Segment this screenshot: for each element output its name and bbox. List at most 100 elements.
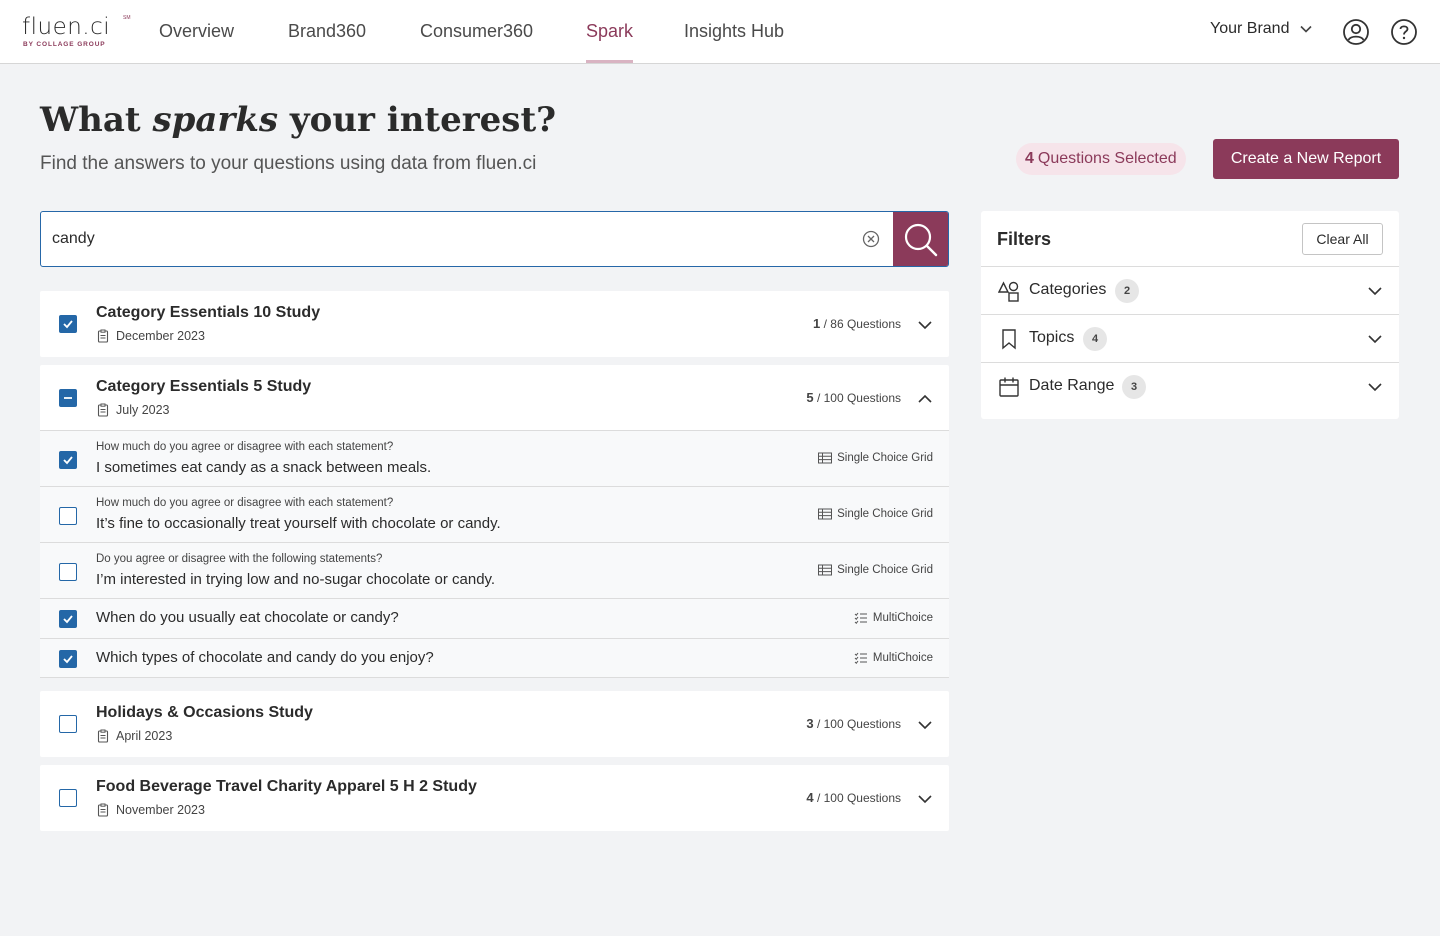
study-date: December 2023 [96, 329, 205, 343]
nav-consumer360[interactable]: Consumer360 [420, 0, 533, 63]
chevron-up-icon[interactable] [917, 391, 933, 407]
search-button[interactable] [893, 212, 948, 266]
logo-subtitle: BY COLLAGE GROUP [23, 41, 106, 48]
study-card-header[interactable]: Holidays & Occasions Study April 2023 3 … [40, 691, 949, 757]
study-title: Food Beverage Travel Charity Apparel 5 H… [96, 778, 477, 795]
study-card-header[interactable]: Category Essentials 5 Study July 2023 5 … [40, 365, 949, 430]
question-row[interactable]: How much do you agree or disagree with e… [40, 430, 949, 486]
study-title: Holidays & Occasions Study [96, 704, 313, 721]
filter-label: Date Range [1029, 377, 1115, 394]
checklist-icon [854, 652, 867, 664]
help-circle-icon[interactable] [1390, 18, 1418, 46]
chevron-down-icon [1368, 335, 1382, 344]
chevron-down-icon [1368, 287, 1382, 296]
brand-selector[interactable]: Your Brand [1210, 20, 1313, 38]
filters-panel: Filters Clear All Categories 2 Topics 4 … [981, 211, 1399, 419]
question-text: Which types of chocolate and candy do yo… [96, 649, 434, 666]
study-checkbox-indeterminate[interactable] [59, 389, 77, 407]
search-icon [904, 223, 937, 257]
chevron-down-icon[interactable] [917, 791, 933, 807]
study-title: Category Essentials 5 Study [96, 378, 312, 395]
clipboard-icon [97, 803, 109, 817]
question-type: MultiChoice [854, 612, 933, 624]
questions-selected-badge: 4 Questions Selected [1016, 143, 1186, 175]
study-checkbox[interactable] [59, 315, 77, 333]
top-navigation: fluen.ci SM BY COLLAGE GROUP Overview Br… [0, 0, 1440, 64]
create-report-button[interactable]: Create a New Report [1213, 139, 1399, 179]
nav-brand360[interactable]: Brand360 [288, 0, 366, 63]
question-prompt: Do you agree or disagree with the follow… [96, 553, 383, 565]
clipboard-icon [97, 329, 109, 343]
question-text: I’m interested in trying low and no-suga… [96, 571, 496, 588]
question-row[interactable]: Do you agree or disagree with the follow… [40, 542, 949, 598]
chevron-down-icon [1368, 383, 1382, 392]
question-text: When do you usually eat chocolate or can… [96, 609, 399, 626]
question-count: 3 / 100 Questions [806, 716, 901, 731]
study-date: April 2023 [96, 729, 172, 743]
question-count: 4 / 100 Questions [806, 790, 901, 805]
question-checkbox[interactable] [59, 451, 77, 469]
chevron-down-icon[interactable] [917, 317, 933, 333]
question-text: It’s fine to occasionally treat yourself… [96, 515, 501, 532]
chevron-down-icon [1300, 25, 1313, 33]
nav-insights-hub[interactable]: Insights Hub [684, 0, 784, 63]
filter-count-badge: 4 [1083, 327, 1107, 351]
study-card-header[interactable]: Category Essentials 10 Study December 20… [40, 291, 949, 357]
study-card: Category Essentials 10 Study December 20… [40, 291, 949, 357]
bookmark-icon [1002, 329, 1016, 350]
question-text: I sometimes eat candy as a snack between… [96, 459, 432, 476]
logo-service-mark: SM [123, 15, 131, 21]
nav-spark[interactable]: Spark [586, 0, 634, 63]
question-count: 5 / 100 Questions [806, 390, 901, 405]
question-type: Single Choice Grid [818, 452, 933, 464]
question-checkbox[interactable] [59, 507, 77, 525]
logo-text: fluen.ci [22, 14, 111, 40]
study-date: July 2023 [96, 403, 170, 417]
checklist-icon [854, 612, 867, 624]
chevron-down-icon[interactable] [917, 717, 933, 733]
search-input[interactable] [41, 212, 891, 265]
clear-all-button[interactable]: Clear All [1302, 223, 1383, 255]
filter-categories[interactable]: Categories 2 [981, 266, 1399, 314]
filter-label: Topics [1029, 329, 1075, 346]
user-circle-icon[interactable] [1342, 18, 1370, 46]
filters-title: Filters [997, 229, 1052, 249]
study-checkbox[interactable] [59, 715, 77, 733]
page-title: What sparks your interest? [40, 100, 557, 140]
study-card: Food Beverage Travel Charity Apparel 5 H… [40, 765, 949, 831]
fluenci-logo[interactable]: fluen.ci SM BY COLLAGE GROUP [22, 14, 132, 50]
filter-count-badge: 2 [1115, 279, 1139, 303]
question-type: Single Choice Grid [818, 508, 933, 520]
question-checkbox[interactable] [59, 610, 77, 628]
study-checkbox[interactable] [59, 789, 77, 807]
filter-date-range[interactable]: Date Range 3 [981, 362, 1399, 410]
question-row[interactable]: How much do you agree or disagree with e… [40, 486, 949, 542]
study-card-expanded: Category Essentials 5 Study July 2023 5 … [40, 365, 949, 678]
calendar-icon [999, 377, 1019, 397]
filter-label: Categories [1029, 281, 1107, 298]
shapes-icon [998, 281, 1019, 302]
question-checkbox[interactable] [59, 650, 77, 668]
question-count: 1 / 86 Questions [813, 316, 901, 331]
nav-overview[interactable]: Overview [159, 0, 234, 63]
question-row[interactable]: When do you usually eat chocolate or can… [40, 598, 949, 638]
filter-count-badge: 3 [1122, 375, 1146, 399]
page-subtitle: Find the answers to your questions using… [40, 153, 537, 174]
question-prompt: How much do you agree or disagree with e… [96, 497, 394, 509]
question-checkbox[interactable] [59, 563, 77, 581]
clear-search-icon[interactable] [862, 230, 880, 248]
question-type: MultiChoice [854, 652, 933, 664]
filter-topics[interactable]: Topics 4 [981, 314, 1399, 362]
study-card-header[interactable]: Food Beverage Travel Charity Apparel 5 H… [40, 765, 949, 831]
study-card: Holidays & Occasions Study April 2023 3 … [40, 691, 949, 757]
search-bar [40, 211, 949, 267]
brand-selector-label: Your Brand [1210, 20, 1290, 37]
question-type: Single Choice Grid [818, 564, 933, 576]
grid-table-icon [818, 452, 833, 464]
question-row[interactable]: Which types of chocolate and candy do yo… [40, 638, 949, 678]
clipboard-icon [97, 403, 109, 417]
grid-table-icon [818, 508, 833, 520]
study-title: Category Essentials 10 Study [96, 304, 321, 321]
study-date: November 2023 [96, 803, 205, 817]
grid-table-icon [818, 564, 833, 576]
